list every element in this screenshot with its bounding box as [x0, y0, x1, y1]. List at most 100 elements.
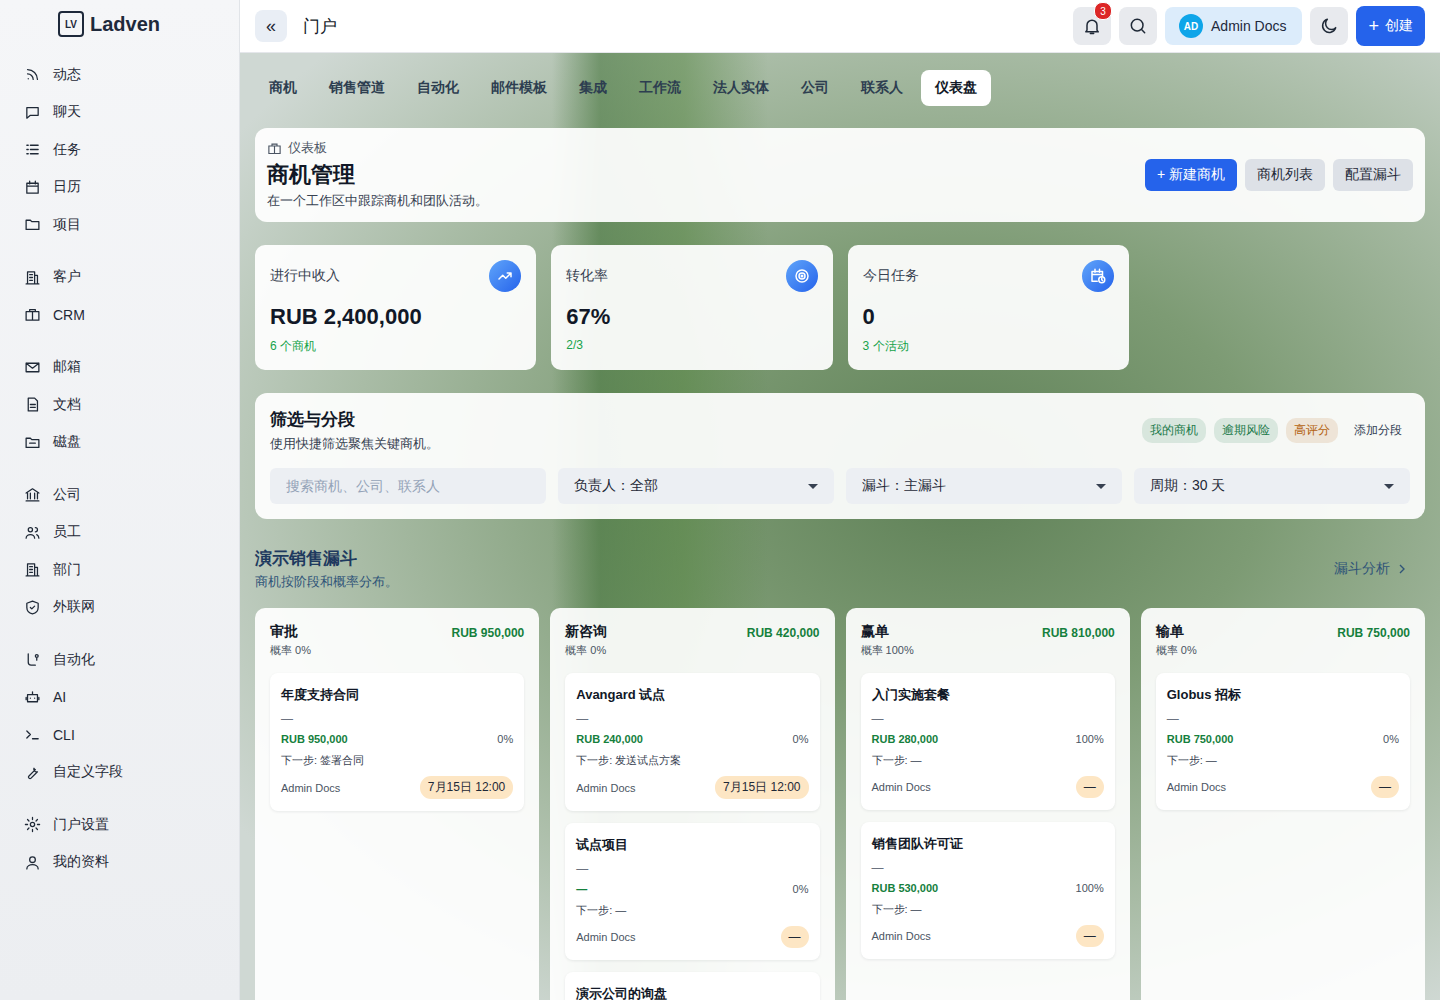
sidebar-item[interactable]: 日历: [0, 169, 239, 207]
sidebar-item[interactable]: 员工: [0, 514, 239, 552]
stage-info: 输单概率 0%: [1156, 623, 1197, 658]
nav-item-icon: [24, 854, 41, 871]
sidebar-item[interactable]: 聊天: [0, 94, 239, 132]
sidebar-item[interactable]: 自定义字段: [0, 754, 239, 792]
sidebar-item[interactable]: 公司: [0, 476, 239, 514]
stage-header: 审批概率 0%RUB 950,000: [270, 623, 524, 658]
tab[interactable]: 法人实体: [699, 70, 783, 106]
sidebar-item-label: AI: [53, 689, 66, 705]
segment-chip[interactable]: 添加分段: [1346, 418, 1410, 443]
sidebar-item[interactable]: 自动化: [0, 641, 239, 679]
user-menu[interactable]: ADAdmin Docs: [1165, 7, 1302, 45]
deal-title: 试点项目: [576, 836, 808, 854]
nav-group: 门户设置我的资料: [0, 806, 239, 881]
sidebar-item[interactable]: AI: [0, 679, 239, 717]
deal-card[interactable]: 试点项目——0%下一步: —Admin Docs—: [565, 823, 819, 960]
deal-probability: 0%: [497, 733, 513, 745]
sidebar-item[interactable]: CRM: [0, 296, 239, 334]
deal-card[interactable]: 演示公司的询盘: [565, 972, 819, 1000]
deal-company: —: [576, 712, 808, 726]
nav-group: 公司员工部门外联网: [0, 476, 239, 626]
deal-probability: 100%: [1076, 882, 1104, 894]
tab[interactable]: 工作流: [625, 70, 695, 106]
deal-amount: RUB 950,000: [281, 733, 348, 745]
collapse-button[interactable]: «: [255, 10, 287, 42]
sidebar-item[interactable]: 客户: [0, 259, 239, 297]
deal-company: —: [576, 862, 808, 876]
sidebar-item[interactable]: 文档: [0, 386, 239, 424]
sidebar-item[interactable]: 磁盘: [0, 424, 239, 462]
sidebar-item[interactable]: 任务: [0, 131, 239, 169]
sidebar-item[interactable]: 动态: [0, 56, 239, 94]
filter-select[interactable]: 负责人：全部: [558, 468, 834, 504]
segment-chip[interactable]: 逾期风险: [1214, 418, 1278, 443]
deal-card[interactable]: 销售团队许可证—RUB 530,000100%下一步: —Admin Docs—: [861, 822, 1115, 959]
deal-probability: 0%: [1383, 733, 1399, 745]
eyebrow: 仪表板: [267, 139, 488, 157]
stage-header: 新咨询概率 0%RUB 420,000: [565, 623, 819, 658]
header-button[interactable]: 配置漏斗: [1333, 159, 1413, 191]
logo[interactable]: LVLadven: [0, 0, 239, 48]
sidebar-item-label: 外联网: [53, 598, 95, 616]
deal-footer: Admin Docs7月15日 12:00: [576, 776, 808, 799]
tab[interactable]: 邮件模板: [477, 70, 561, 106]
nav-item-icon: [24, 434, 41, 451]
sidebar-item-label: 自动化: [53, 651, 95, 669]
tab[interactable]: 商机: [255, 70, 311, 106]
theme-toggle[interactable]: [1310, 7, 1348, 45]
deal-amount-row: RUB 530,000100%: [872, 882, 1104, 894]
nav-item-icon: [24, 651, 41, 668]
segment-chip[interactable]: 我的商机: [1142, 418, 1206, 443]
header-button[interactable]: + 新建商机: [1145, 159, 1237, 191]
search-button[interactable]: [1119, 7, 1157, 45]
notifications-button[interactable]: 3: [1073, 7, 1111, 45]
sidebar-item[interactable]: 我的资料: [0, 844, 239, 882]
tab[interactable]: 集成: [565, 70, 621, 106]
tab[interactable]: 公司: [787, 70, 843, 106]
deal-probability: 0%: [793, 733, 809, 745]
funnel-analysis-link[interactable]: 漏斗分析: [1334, 560, 1410, 578]
deal-card[interactable]: Globus 招标—RUB 750,0000%下一步: —Admin Docs—: [1156, 673, 1410, 810]
sidebar-item[interactable]: 门户设置: [0, 806, 239, 844]
sidebar-item[interactable]: 邮箱: [0, 349, 239, 387]
header-button[interactable]: 商机列表: [1245, 159, 1325, 191]
tabs: 商机销售管道自动化邮件模板集成工作流法人实体公司联系人仪表盘: [255, 70, 1425, 106]
user-name: Admin Docs: [1211, 18, 1286, 34]
deal-list: Globus 招标—RUB 750,0000%下一步: —Admin Docs—: [1156, 673, 1410, 810]
sidebar-item[interactable]: 项目: [0, 206, 239, 244]
nav-item-icon: [24, 179, 41, 196]
sidebar-item[interactable]: 部门: [0, 551, 239, 589]
deal-card[interactable]: 年度支持合同—RUB 950,0000%下一步: 签署合同Admin Docs7…: [270, 673, 524, 811]
filter-select[interactable]: 漏斗：主漏斗: [846, 468, 1122, 504]
nav-item-icon: [24, 764, 41, 781]
nav-item-icon: [24, 141, 41, 158]
tab[interactable]: 联系人: [847, 70, 917, 106]
eyebrow-label: 仪表板: [288, 139, 327, 157]
select-label: 漏斗：: [862, 477, 904, 493]
tab[interactable]: 仪表盘: [921, 70, 991, 106]
tab[interactable]: 自动化: [403, 70, 473, 106]
funnel-section: 演示销售漏斗商机按阶段和概率分布。 漏斗分析审批概率 0%RUB 950,000 年…: [255, 547, 1425, 1000]
kpi-value: 67%: [566, 304, 817, 330]
deal-card[interactable]: 入门实施套餐—RUB 280,000100%下一步: —Admin Docs—: [861, 673, 1115, 810]
sidebar-item-label: 邮箱: [53, 358, 81, 376]
deal-title: 销售团队许可证: [872, 835, 1104, 853]
sidebar-item[interactable]: CLI: [0, 716, 239, 754]
kpi-header: 转化率: [566, 260, 817, 292]
segment-chip[interactable]: 高评分: [1286, 418, 1338, 443]
select-label: 周期：: [1150, 477, 1192, 493]
sidebar-item-label: 部门: [53, 561, 81, 579]
tab[interactable]: 销售管道: [315, 70, 399, 106]
kpi-card: 今日任务03 个活动: [848, 245, 1129, 370]
create-button[interactable]: +创建: [1356, 6, 1425, 46]
funnel-text: 演示销售漏斗商机按阶段和概率分布。: [255, 547, 398, 591]
caret-icon: [808, 484, 818, 489]
kpi-sub: 6 个商机: [270, 338, 521, 355]
search-input[interactable]: [270, 468, 546, 504]
deal-card[interactable]: Avangard 试点—RUB 240,0000%下一步: 发送试点方案Admi…: [565, 673, 819, 811]
plus-icon: +: [1368, 16, 1379, 37]
deal-title: 入门实施套餐: [872, 686, 1104, 704]
filter-select[interactable]: 周期：30 天: [1134, 468, 1410, 504]
sidebar-item[interactable]: 外联网: [0, 589, 239, 627]
deal-title: 年度支持合同: [281, 686, 513, 704]
